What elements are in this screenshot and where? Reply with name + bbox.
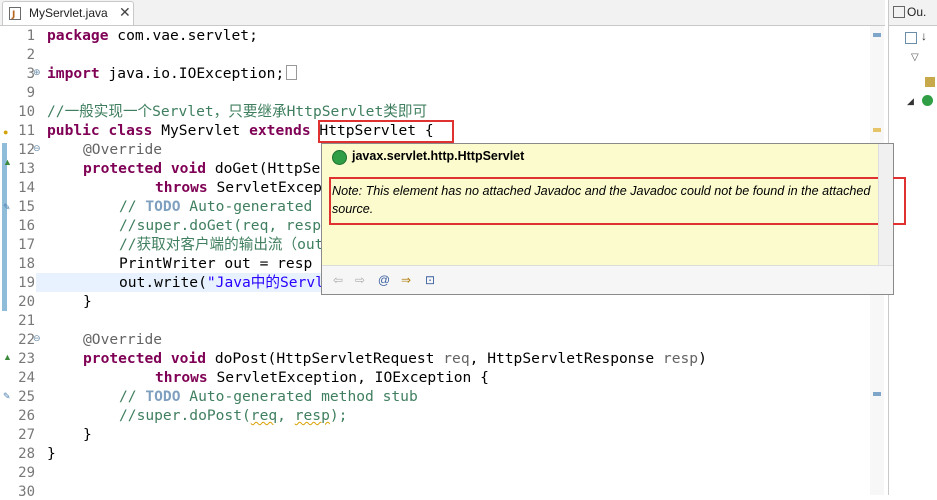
- task-marker-icon[interactable]: ✎: [3, 202, 11, 212]
- overview-mark[interactable]: [873, 392, 881, 396]
- outline-tab-label: Ou.: [907, 5, 927, 19]
- code-line-15[interactable]: throws ServletExcep: [155, 178, 322, 197]
- line-number: 29: [18, 465, 35, 481]
- folded-imports-icon[interactable]: [286, 65, 298, 80]
- line-number: 14: [18, 180, 35, 196]
- code-line-11[interactable]: //一般实现一个Servlet，只要继承HttpServlet类即可: [47, 102, 427, 121]
- hover-scrollbar[interactable]: [878, 144, 893, 266]
- outline-icon: [893, 6, 905, 18]
- java-file-icon: J: [9, 7, 21, 20]
- line-number: 28: [18, 446, 35, 462]
- line-number: 27: [18, 427, 35, 443]
- editor-tab-bar: J MyServlet.java ✕: [0, 0, 885, 26]
- code-line-28[interactable]: }: [83, 425, 92, 444]
- code-line-17[interactable]: //super.doGet(req, resp: [119, 216, 321, 235]
- back-icon[interactable]: ⇦: [330, 272, 346, 288]
- line-number: 15: [18, 199, 35, 215]
- code-line-1[interactable]: package com.vae.servlet;: [47, 26, 258, 45]
- line-number: 21: [18, 313, 35, 329]
- code-line-3[interactable]: import java.io.IOException;: [47, 64, 298, 83]
- code-line-16[interactable]: // TODO Auto-generated: [119, 197, 312, 216]
- outline-pane: Ou. ↓ ▽ ◢: [888, 0, 937, 495]
- svg-text:J: J: [11, 10, 15, 20]
- warning-bulb-icon[interactable]: ●: [3, 127, 11, 137]
- code-line-23[interactable]: @Override: [83, 330, 162, 349]
- line-number: 20: [18, 294, 35, 310]
- tab-label: MyServlet.java: [29, 6, 108, 20]
- code-line-21[interactable]: }: [83, 292, 92, 311]
- line-number: 13: [18, 161, 35, 177]
- line-number: 26: [18, 408, 35, 424]
- code-line-26[interactable]: // TODO Auto-generated method stub: [119, 387, 418, 406]
- package-icon[interactable]: [925, 77, 935, 87]
- code-line-25[interactable]: throws ServletException, IOException {: [155, 368, 489, 387]
- class-icon[interactable]: [922, 95, 933, 106]
- view-menu-icon[interactable]: ▽: [911, 52, 919, 63]
- hover-toolbar: ⇦ ⇨ @ ⇒ ⊡: [322, 265, 893, 294]
- line-number: 1: [26, 28, 35, 44]
- code-line-13[interactable]: @Override: [83, 140, 162, 159]
- code-line-14[interactable]: protected void doGet(HttpSe: [83, 159, 320, 178]
- overview-mark[interactable]: [873, 128, 881, 132]
- code-line-27[interactable]: //super.doPost(req, resp);: [119, 406, 347, 425]
- javadoc-at-icon[interactable]: @: [376, 272, 392, 288]
- line-number: 18: [18, 256, 35, 272]
- forward-icon[interactable]: ⇨: [352, 272, 368, 288]
- code-line-29[interactable]: }: [47, 444, 56, 463]
- line-number: 16: [18, 218, 35, 234]
- close-icon[interactable]: ✕: [119, 4, 131, 21]
- code-line-19[interactable]: PrintWriter out = resp: [119, 254, 312, 273]
- expand-fold-icon[interactable]: ⊕: [33, 69, 42, 78]
- line-number: 10: [18, 104, 35, 120]
- open-declaration-icon[interactable]: ⇒: [398, 272, 414, 288]
- override-marker-icon[interactable]: ▲: [3, 157, 12, 167]
- line-number: 25: [18, 389, 35, 405]
- overview-mark[interactable]: [873, 33, 881, 37]
- line-number: 17: [18, 237, 35, 253]
- override-marker-icon-2[interactable]: ▲: [3, 352, 12, 362]
- line-number: 23: [18, 351, 35, 367]
- line-number: 9: [26, 85, 35, 101]
- code-line-20[interactable]: out.write("Java中的Servl: [119, 273, 324, 292]
- code-line-24[interactable]: protected void doPost(HttpServletRequest…: [83, 349, 707, 368]
- show-in-javadoc-view-icon[interactable]: ⊡: [422, 272, 438, 288]
- collapse-all-icon[interactable]: [905, 32, 917, 44]
- line-number: 24: [18, 370, 35, 386]
- task-marker-icon-2[interactable]: ✎: [3, 391, 11, 401]
- code-line-18[interactable]: //获取对客户端的输出流（out对象: [119, 235, 353, 254]
- highlight-box-superclass: [318, 120, 454, 143]
- expand-arrow-icon[interactable]: ◢: [907, 96, 914, 107]
- collapse-fold-icon[interactable]: ⊖: [33, 145, 42, 154]
- tab-myservlet-java[interactable]: J MyServlet.java ✕: [2, 1, 134, 25]
- collapse-fold-icon-2[interactable]: ⊖: [33, 335, 42, 344]
- highlight-box-note: [329, 177, 906, 225]
- javadoc-hover-popup[interactable]: javax.servlet.http.HttpServlet Note: Thi…: [321, 143, 906, 295]
- sort-icon[interactable]: ↓: [921, 29, 927, 43]
- class-icon: [332, 150, 347, 165]
- line-number: 2: [26, 47, 35, 63]
- line-number: 30: [18, 484, 35, 500]
- line-number: 11: [18, 123, 35, 139]
- hover-title: javax.servlet.http.HttpServlet: [352, 149, 525, 163]
- quick-diff-marker: [2, 143, 7, 311]
- tab-outline[interactable]: Ou.: [889, 0, 937, 26]
- line-number: 19: [18, 275, 35, 291]
